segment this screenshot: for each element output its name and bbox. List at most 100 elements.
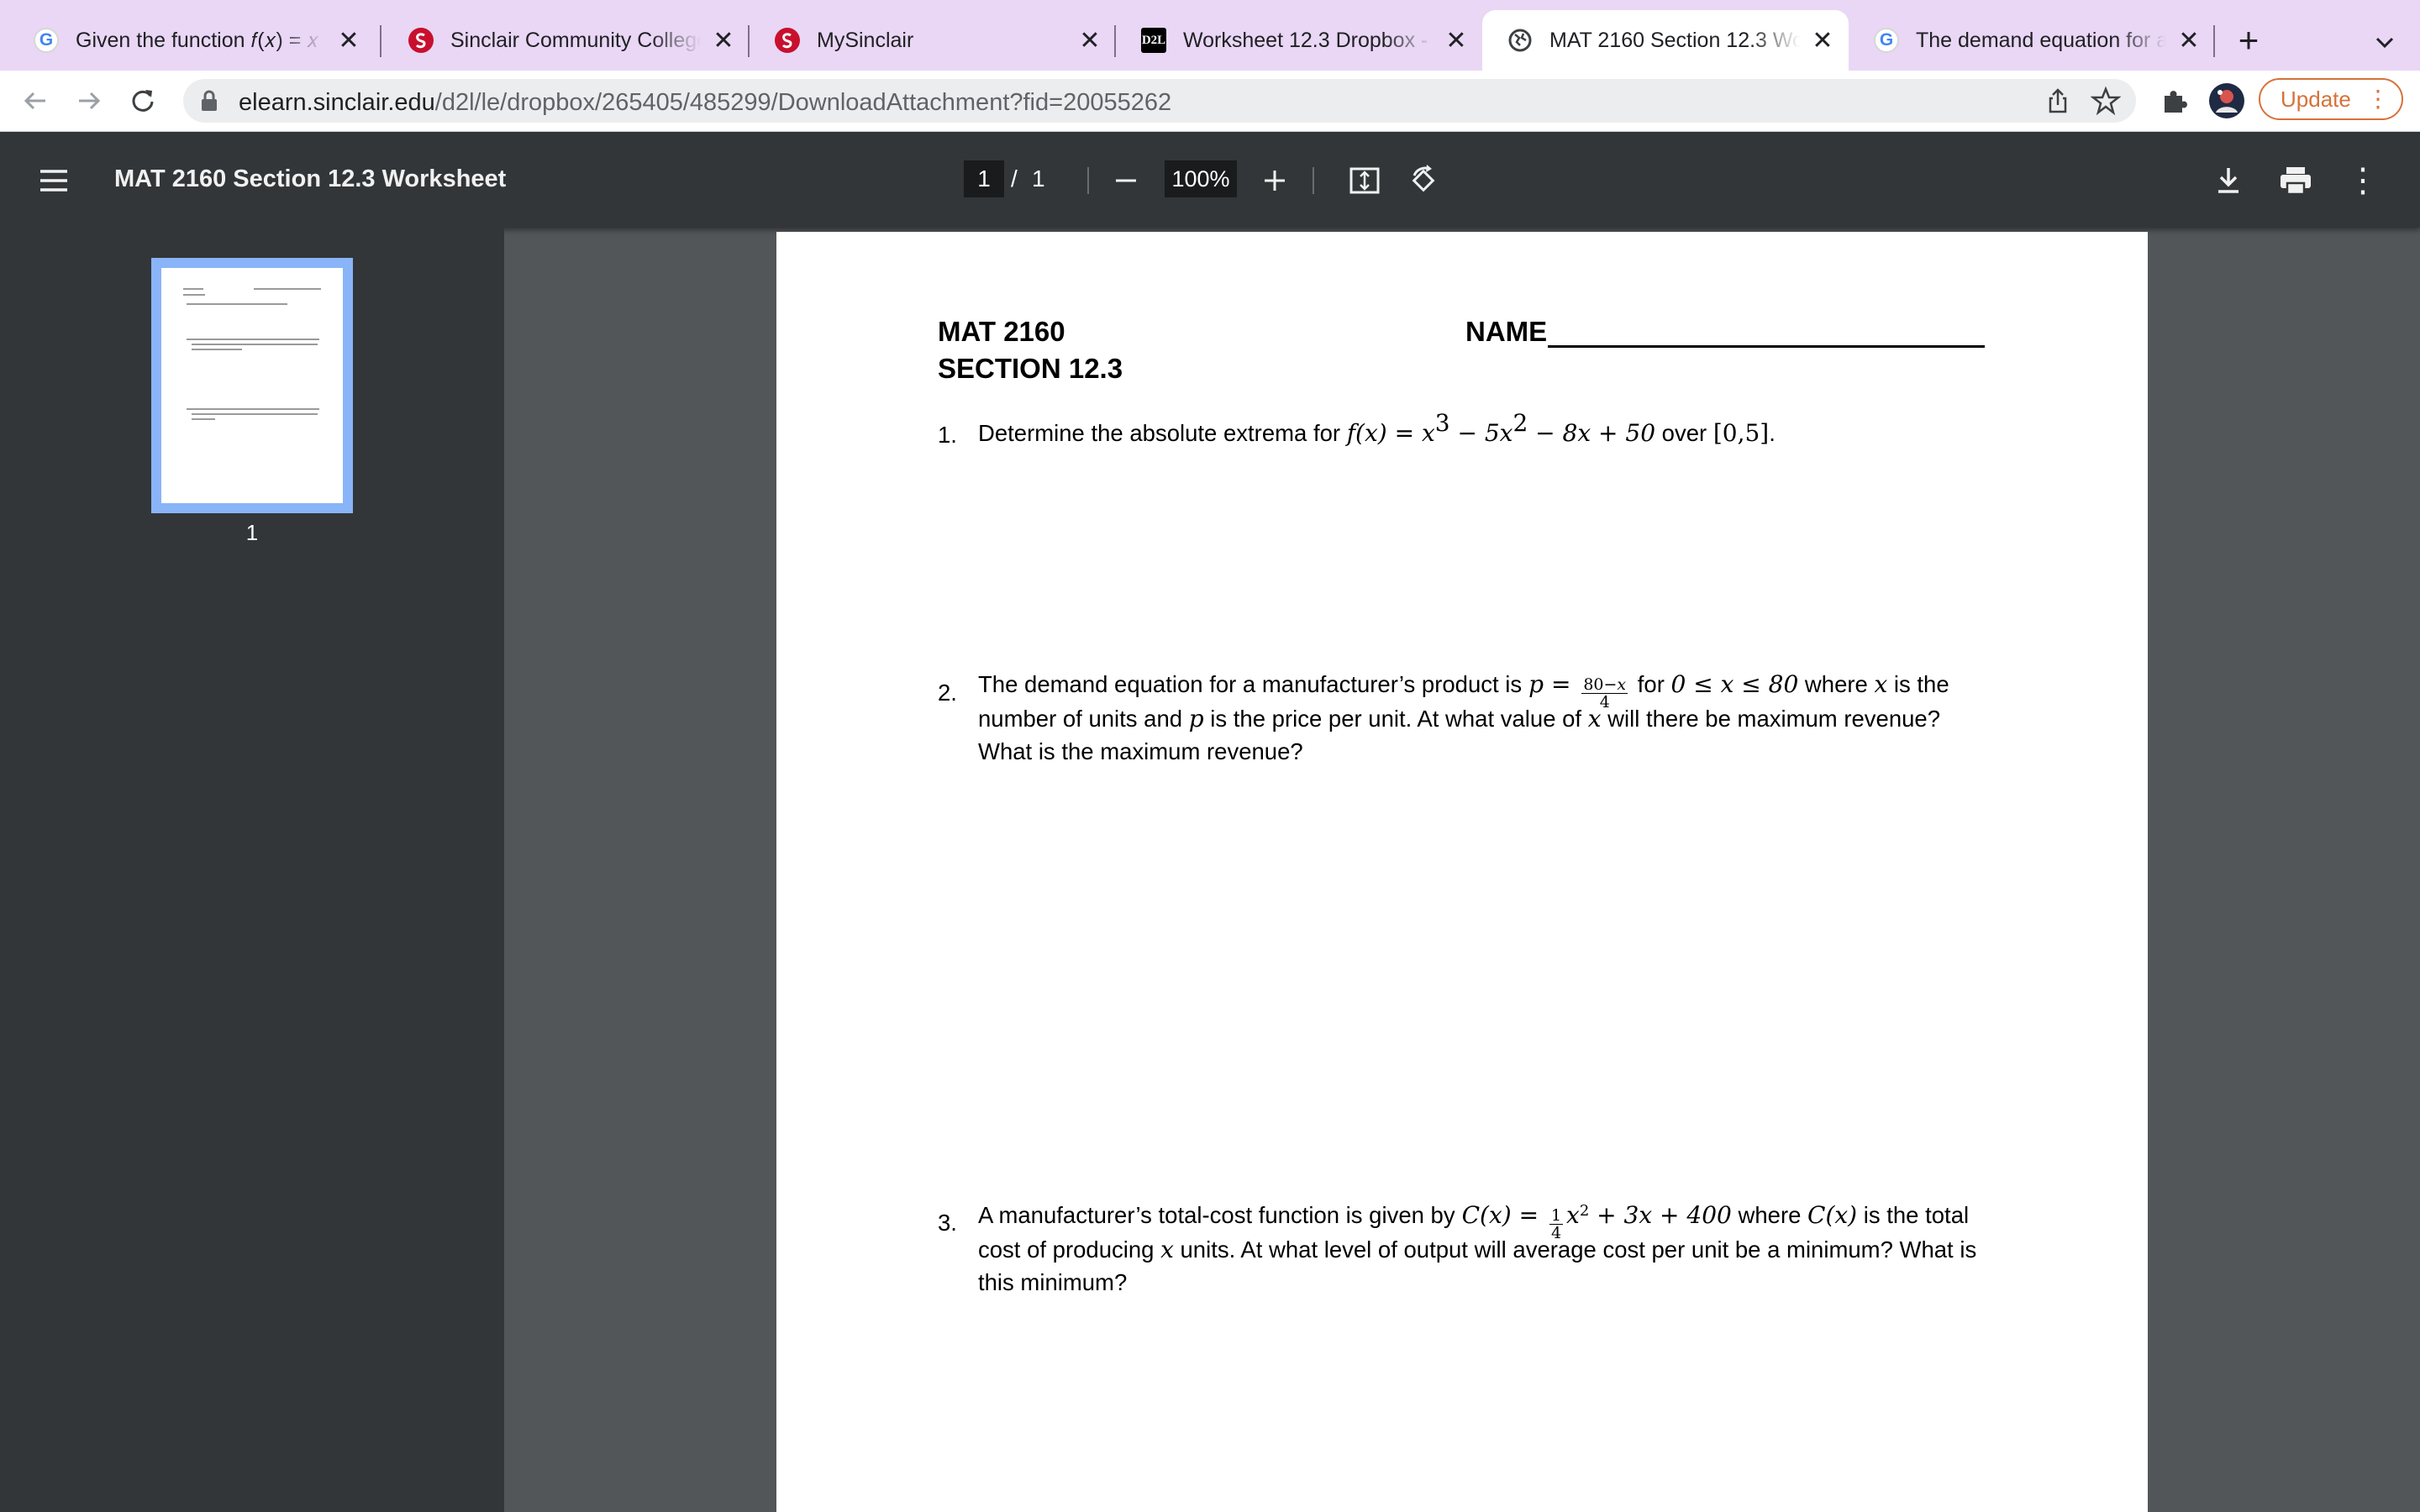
extensions-puzzle-icon[interactable] bbox=[2156, 82, 2193, 119]
fit-to-page-icon[interactable] bbox=[1346, 162, 1383, 199]
page-separator: / bbox=[1011, 165, 1018, 192]
print-icon[interactable] bbox=[2275, 162, 2316, 199]
thumbnail-page-number: 1 bbox=[245, 520, 259, 545]
divider bbox=[1087, 167, 1089, 194]
hamburger-menu-icon[interactable] bbox=[37, 164, 71, 197]
close-icon[interactable]: ✕ bbox=[1808, 26, 1837, 55]
address-bar[interactable]: elearn.sinclair.edu/d2l/le/dropbox/26540… bbox=[183, 79, 2136, 123]
q3-cost-var: 𝐶(𝑥) bbox=[1807, 1201, 1858, 1229]
q3-exponent: 2 bbox=[1579, 1202, 1590, 1220]
google-g-icon: G bbox=[34, 28, 59, 53]
q3-var: 𝑥 bbox=[1160, 1236, 1174, 1263]
sinclair-icon bbox=[408, 28, 434, 53]
tab-sinclair-community-college[interactable]: Sinclair Community College ✕ bbox=[383, 10, 750, 71]
globe-icon bbox=[1507, 28, 1533, 53]
close-icon[interactable]: ✕ bbox=[1442, 26, 1470, 55]
tab-demand-equation[interactable]: G The demand equation for a ✕ bbox=[1849, 10, 2215, 71]
back-arrow-icon[interactable] bbox=[17, 82, 54, 119]
page-thumbnail[interactable] bbox=[151, 258, 353, 513]
q2-line-3: What is the maximum revenue? bbox=[978, 738, 1303, 764]
zoom-in-icon[interactable] bbox=[1258, 164, 1292, 197]
q3-term: + 3𝑥 + 400 bbox=[1589, 1201, 1732, 1229]
url-host: elearn.sinclair.edu bbox=[239, 89, 435, 116]
q3-line-1: A manufacturer’s total-cost function is … bbox=[978, 1189, 2037, 1242]
url-path: /d2l/le/dropbox/265405/485299/DownloadAt… bbox=[434, 89, 1172, 116]
forward-arrow-icon[interactable] bbox=[71, 82, 108, 119]
q3-text: cost of producing bbox=[978, 1236, 1161, 1263]
tab-title: Sinclair Community College bbox=[450, 28, 701, 52]
q1-term: − 5𝑥 bbox=[1449, 419, 1513, 447]
q1-exponent: 3 bbox=[1434, 409, 1450, 437]
tab-worksheet-dropbox[interactable]: D2L Worksheet 12.3 Dropbox - 2 ✕ bbox=[1116, 10, 1482, 71]
q1-interval: [0,5] bbox=[1712, 419, 1770, 447]
q1-function: 𝑓(𝑥) = 𝑥 bbox=[1346, 419, 1435, 447]
d2l-icon: D2L bbox=[1141, 28, 1166, 53]
q2-line-2: number of units and 𝑝 is the price per u… bbox=[978, 702, 2037, 735]
zoom-level-input[interactable]: 100% bbox=[1165, 160, 1237, 197]
new-tab-plus-icon[interactable]: + bbox=[2230, 20, 2267, 60]
q1-term: − 8𝑥 + 50 bbox=[1528, 419, 1656, 447]
name-label: NAME bbox=[1465, 316, 1548, 347]
q2-text: will there be maximum revenue? bbox=[1601, 706, 1941, 732]
share-icon[interactable] bbox=[2044, 87, 2072, 119]
page-number-input[interactable]: 1 bbox=[964, 160, 1004, 197]
name-blank-line bbox=[1548, 345, 1985, 348]
tab-strip: G Given the function 𝑓(𝑥) = 𝑥 ✕ Sinclair… bbox=[0, 0, 2420, 71]
q2-var: 𝑥 bbox=[1874, 670, 1888, 698]
q2-var: 𝑥 bbox=[1587, 705, 1602, 732]
google-g-icon: G bbox=[1874, 28, 1899, 53]
bookmark-star-icon[interactable] bbox=[2090, 86, 2122, 120]
q1-exponent: 2 bbox=[1512, 409, 1528, 437]
zoom-out-icon[interactable] bbox=[1109, 164, 1143, 197]
question-3-number: 3. bbox=[938, 1210, 957, 1236]
tab-title: The demand equation for a bbox=[1916, 28, 2166, 52]
q2-text: is the price per unit. At what value of bbox=[1203, 706, 1588, 732]
lock-icon[interactable] bbox=[200, 90, 218, 116]
q2-text: The demand equation for a manufacturer’s… bbox=[978, 671, 1523, 697]
q3-var: 𝑥 bbox=[1566, 1201, 1580, 1229]
q2-text: number of units and bbox=[978, 706, 1189, 732]
more-options-icon[interactable]: ⋮ bbox=[2346, 162, 2380, 199]
reload-icon[interactable] bbox=[124, 82, 161, 119]
page-total: 1 bbox=[1032, 165, 1045, 192]
download-icon[interactable] bbox=[2210, 162, 2247, 199]
rotate-icon[interactable] bbox=[1405, 162, 1442, 199]
q2-range: 0 ≤ 𝑥 ≤ 80 bbox=[1670, 670, 1799, 698]
tab-divider bbox=[380, 25, 381, 57]
close-icon[interactable]: ✕ bbox=[334, 26, 363, 55]
q1-text: over bbox=[1655, 420, 1713, 446]
tab-title: Given the function 𝑓(𝑥) = 𝑥 bbox=[76, 28, 319, 52]
close-icon[interactable]: ✕ bbox=[1076, 26, 1104, 55]
pdf-toolbar: MAT 2160 Section 12.3 Worksheet 1 / 1 10… bbox=[0, 132, 2420, 228]
q3-text: units. At what level of output will aver… bbox=[1173, 1236, 1977, 1263]
q2-text: where bbox=[1798, 671, 1875, 697]
sinclair-icon bbox=[775, 28, 800, 53]
q3-fraction-numerator: 1 bbox=[1549, 1206, 1564, 1225]
q3-text: where bbox=[1731, 1202, 1808, 1228]
url-text[interactable]: elearn.sinclair.edu/d2l/le/dropbox/26540… bbox=[239, 89, 1171, 117]
q2-fraction-numerator: 80−𝑥 bbox=[1581, 675, 1628, 694]
q2-text: is the bbox=[1887, 671, 1949, 697]
q3-line-2: cost of producing 𝑥 units. At what level… bbox=[978, 1233, 2037, 1266]
tab-mysinclair[interactable]: MySinclair ✕ bbox=[750, 10, 1116, 71]
course-heading: MAT 2160 bbox=[938, 316, 1065, 347]
close-icon[interactable]: ✕ bbox=[709, 26, 738, 55]
question-1: Determine the absolute extrema for 𝑓(𝑥) … bbox=[978, 412, 1776, 449]
q2-text: for bbox=[1631, 671, 1671, 697]
tab-mat2160-worksheet[interactable]: MAT 2160 Section 12.3 Wor ✕ bbox=[1482, 10, 1849, 71]
thumbnail-page-preview bbox=[161, 268, 343, 503]
section-heading: SECTION 12.3 bbox=[938, 353, 1123, 384]
tab-given-the-function[interactable]: G Given the function 𝑓(𝑥) = 𝑥 ✕ bbox=[8, 10, 375, 71]
q1-text: . bbox=[1769, 420, 1776, 446]
document-title: MAT 2160 Section 12.3 Worksheet bbox=[114, 165, 507, 192]
q3-cost-function: 𝐶(𝑥) = bbox=[1461, 1201, 1546, 1229]
tab-search-chevron-icon[interactable] bbox=[2368, 25, 2402, 59]
update-button[interactable]: Update ⋮ bbox=[2259, 78, 2403, 120]
question-1-number: 1. bbox=[938, 422, 957, 448]
tab-divider bbox=[2213, 25, 2215, 57]
q1-text: Determine the absolute extrema for bbox=[978, 420, 1347, 446]
profile-avatar[interactable] bbox=[2208, 82, 2245, 119]
close-icon[interactable]: ✕ bbox=[2175, 26, 2203, 55]
document-page: MAT 2160 SECTION 12.3 NAME 1. Determine … bbox=[776, 232, 2148, 1512]
question-3: A manufacturer’s total-cost function is … bbox=[978, 1189, 2037, 1299]
